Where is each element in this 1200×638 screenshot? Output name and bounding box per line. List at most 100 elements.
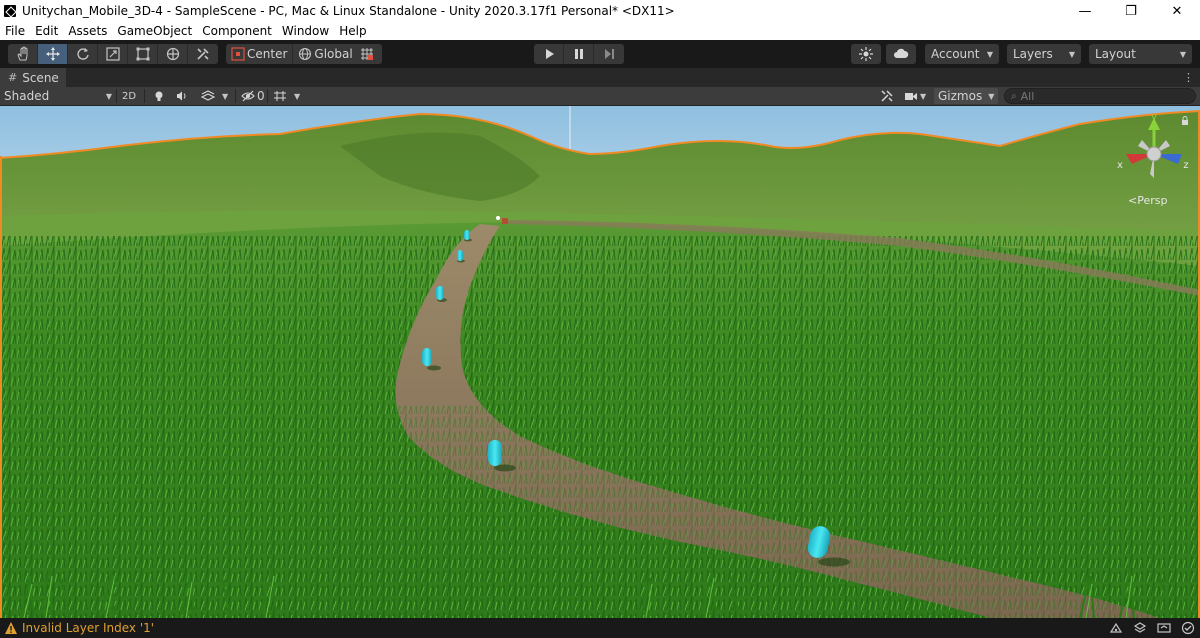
menu-assets[interactable]: Assets (63, 24, 112, 38)
grid-snap-icon[interactable] (352, 44, 382, 64)
rotate-tool-icon[interactable] (68, 44, 98, 64)
rect-tool-icon[interactable] (128, 44, 158, 64)
tools-toggle[interactable] (880, 87, 894, 105)
close-button[interactable]: ✕ (1154, 0, 1200, 22)
chevron-down-icon: ▼ (1179, 49, 1186, 59)
draw-mode-dropdown[interactable]: Shaded ▼ (4, 87, 112, 105)
divider (235, 89, 236, 103)
move-tool-icon[interactable] (38, 44, 68, 64)
menu-file[interactable]: File (0, 24, 30, 38)
chevron-down-icon: ▼ (986, 49, 993, 59)
collab-controls (851, 44, 881, 64)
lightbulb-icon (155, 91, 163, 101)
menu-help[interactable]: Help (334, 24, 371, 38)
hidden-eye-icon (241, 90, 255, 102)
progress-icon[interactable] (1156, 620, 1172, 636)
title-bar: Unitychan_Mobile_3D-4 - SampleScene - PC… (0, 0, 1200, 22)
more-options-icon[interactable]: ⋮ (1183, 71, 1194, 84)
minimize-button[interactable]: — (1062, 0, 1108, 22)
stack-icon[interactable] (1132, 620, 1148, 636)
transform-tools (8, 44, 218, 64)
layout-label: Layout (1095, 47, 1136, 61)
status-icons (1108, 620, 1196, 636)
scene-toolbar: Shaded ▼ 2D ▼ 0 ▼ ▼ Gizmos ▼ ⌕ All (0, 87, 1200, 106)
globe-icon (299, 47, 312, 61)
menu-gameobject[interactable]: GameObject (112, 24, 197, 38)
layers-dropdown[interactable]: Layers ▼ (1007, 44, 1081, 64)
hand-tool-icon[interactable] (8, 44, 38, 64)
pivot-toggles: Center Global (226, 44, 358, 64)
wrench-icon (881, 90, 893, 102)
divider (116, 89, 117, 103)
pivot-space-button[interactable]: Global (293, 44, 357, 64)
draw-mode-label: Shaded (4, 89, 50, 103)
chevron-down-icon: ▼ (105, 91, 112, 101)
transform-tool-icon[interactable] (158, 44, 188, 64)
scene-render[interactable] (0, 106, 1200, 618)
camera-dropdown[interactable]: ▼ (920, 87, 926, 105)
layout-dropdown[interactable]: Layout ▼ (1089, 44, 1192, 64)
menu-edit[interactable]: Edit (30, 24, 63, 38)
axis-label-y: y (1151, 112, 1157, 123)
lighting-toggle[interactable] (153, 87, 165, 105)
network-icon[interactable] (1108, 620, 1124, 636)
search-placeholder: All (1020, 89, 1035, 103)
effects-layers-icon (201, 90, 215, 101)
gizmos-dropdown[interactable]: Gizmos ▼ (934, 88, 998, 104)
scene-visibility-toggle[interactable]: 0 (241, 87, 265, 105)
camera-settings[interactable] (904, 87, 918, 105)
audio-toggle[interactable] (176, 87, 188, 105)
pause-button-icon[interactable] (564, 44, 594, 64)
pivot-mode-label: Center (247, 47, 288, 61)
effects-toggle[interactable] (201, 87, 215, 105)
scale-tool-icon[interactable] (98, 44, 128, 64)
snap-settings (352, 44, 382, 64)
scene-search-input[interactable]: ⌕ All (1004, 88, 1196, 104)
toggle-2d-label: 2D (122, 90, 137, 102)
grass-foreground (0, 406, 1200, 618)
divider (267, 89, 268, 103)
axis-label-x: x (1117, 160, 1123, 171)
pivot-mode-button[interactable]: Center (226, 44, 294, 64)
cloud-icon[interactable] (886, 44, 916, 64)
playmode-controls (534, 44, 624, 64)
tab-scene[interactable]: # Scene (0, 68, 66, 87)
persp-chevron-icon: < (1128, 194, 1138, 207)
menu-component[interactable]: Component (197, 24, 277, 38)
account-label: Account (931, 47, 980, 61)
custom-tool-icon[interactable] (188, 44, 218, 64)
projection-label: Persp (1137, 194, 1168, 207)
check-icon[interactable] (1180, 620, 1196, 636)
divider (144, 89, 145, 103)
projection-toggle[interactable]: <Persp (1128, 194, 1167, 207)
status-bar[interactable]: Invalid Layer Index '1' (0, 618, 1200, 638)
cloud-controls (886, 44, 916, 64)
tab-strip: # Scene ⋮ (0, 68, 1200, 87)
account-dropdown[interactable]: Account ▼ (925, 44, 999, 64)
chevron-down-icon: ▼ (1068, 49, 1075, 59)
lock-icon[interactable] (1180, 116, 1190, 126)
gizmos-label: Gizmos (938, 89, 983, 103)
play-button-icon[interactable] (534, 44, 564, 64)
center-pivot-icon (231, 47, 245, 61)
grid-toggle[interactable] (273, 87, 287, 105)
axis-label-z: z (1183, 160, 1188, 171)
unity-editor-window: Unitychan_Mobile_3D-4 - SampleScene - PC… (0, 0, 1200, 638)
grid-dropdown[interactable]: ▼ (294, 87, 300, 105)
scene-viewport[interactable]: y x z <Persp (0, 106, 1200, 618)
search-icon: ⌕ (1011, 90, 1017, 102)
warning-icon (5, 622, 17, 634)
collab-sun-icon[interactable] (851, 44, 881, 64)
step-button-icon[interactable] (594, 44, 624, 64)
distant-object (502, 218, 508, 224)
toggle-2d-button[interactable]: 2D (122, 87, 136, 105)
effects-dropdown[interactable]: ▼ (222, 87, 228, 105)
chevron-down-icon: ▼ (988, 91, 995, 101)
distant-light (496, 216, 500, 220)
chevron-down-icon: ▼ (222, 91, 229, 101)
scene-grid-icon: # (8, 71, 18, 84)
menu-window[interactable]: Window (277, 24, 334, 38)
pivot-space-label: Global (314, 47, 353, 61)
chevron-down-icon: ▼ (920, 91, 927, 101)
restore-button[interactable]: ❐ (1108, 0, 1154, 22)
